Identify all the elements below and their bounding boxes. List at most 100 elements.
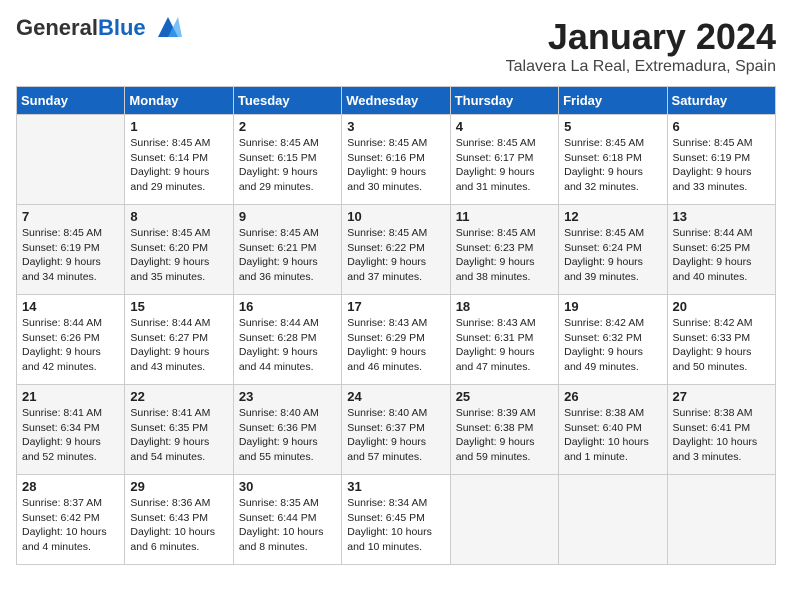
day-number: 18 bbox=[456, 299, 553, 314]
logo-icon bbox=[154, 13, 182, 41]
calendar-cell: 5 Sunrise: 8:45 AMSunset: 6:18 PMDaylight… bbox=[559, 115, 667, 205]
day-info: Sunrise: 8:41 AMSunset: 6:35 PMDaylight:… bbox=[130, 406, 227, 465]
logo-general: General bbox=[16, 15, 98, 40]
calendar-cell: 1Sunrise: 8:45 AMSunset: 6:14 PMDaylight… bbox=[125, 115, 233, 205]
day-number: 22 bbox=[130, 389, 227, 404]
calendar-cell: 14 Sunrise: 8:44 AMSunset: 6:26 PMDayligh… bbox=[17, 295, 125, 385]
calendar-cell: 10Sunrise: 8:45 AMSunset: 6:22 PMDayligh… bbox=[342, 205, 450, 295]
day-number: 26 bbox=[564, 389, 661, 404]
calendar-cell: 12Sunrise: 8:45 AMSunset: 6:24 PMDayligh… bbox=[559, 205, 667, 295]
calendar-cell bbox=[17, 115, 125, 205]
week-row-3: 21 Sunrise: 8:41 AMSunset: 6:34 PMDayligh… bbox=[17, 385, 776, 475]
day-number: 29 bbox=[130, 479, 227, 494]
day-info: Sunrise: 8:45 AMSunset: 6:22 PMDaylight:… bbox=[347, 226, 444, 285]
day-number: 3 bbox=[347, 119, 444, 134]
calendar-cell: 6Sunrise: 8:45 AMSunset: 6:19 PMDaylight… bbox=[667, 115, 775, 205]
day-number: 30 bbox=[239, 479, 336, 494]
day-number: 17 bbox=[347, 299, 444, 314]
day-info: Sunrise: 8:45 AMSunset: 6:19 PMDaylight:… bbox=[673, 136, 770, 195]
calendar-cell: 3Sunrise: 8:45 AMSunset: 6:16 PMDaylight… bbox=[342, 115, 450, 205]
title-block: January 2024 Talavera La Real, Extremadu… bbox=[506, 16, 776, 76]
day-number: 24 bbox=[347, 389, 444, 404]
day-number: 25 bbox=[456, 389, 553, 404]
day-info: Sunrise: 8:42 AMSunset: 6:33 PMDaylight:… bbox=[673, 316, 770, 375]
page-header: GeneralBlue January 2024 Talavera La Rea… bbox=[16, 16, 776, 76]
calendar-cell: 17 Sunrise: 8:43 AMSunset: 6:29 PMDayligh… bbox=[342, 295, 450, 385]
logo-blue-text: Blue bbox=[98, 15, 146, 40]
calendar-cell: 19 Sunrise: 8:42 AMSunset: 6:32 PMDayligh… bbox=[559, 295, 667, 385]
calendar-cell: 16Sunrise: 8:44 AMSunset: 6:28 PMDayligh… bbox=[233, 295, 341, 385]
header-sunday: Sunday bbox=[17, 87, 125, 115]
week-row-0: 1Sunrise: 8:45 AMSunset: 6:14 PMDaylight… bbox=[17, 115, 776, 205]
day-info: Sunrise: 8:38 AMSunset: 6:41 PMDaylight:… bbox=[673, 406, 770, 465]
day-info: Sunrise: 8:45 AMSunset: 6:19 PMDaylight:… bbox=[22, 226, 119, 285]
header-wednesday: Wednesday bbox=[342, 87, 450, 115]
day-info: Sunrise: 8:45 AMSunset: 6:18 PMDaylight:… bbox=[564, 136, 661, 195]
calendar-cell: 9 Sunrise: 8:45 AMSunset: 6:21 PMDaylight… bbox=[233, 205, 341, 295]
day-info: Sunrise: 8:45 AMSunset: 6:14 PMDaylight:… bbox=[130, 136, 227, 195]
day-info: Sunrise: 8:40 AMSunset: 6:36 PMDaylight:… bbox=[239, 406, 336, 465]
week-row-2: 14 Sunrise: 8:44 AMSunset: 6:26 PMDayligh… bbox=[17, 295, 776, 385]
day-number: 27 bbox=[673, 389, 770, 404]
day-info: Sunrise: 8:34 AMSunset: 6:45 PMDaylight:… bbox=[347, 496, 444, 555]
calendar-cell bbox=[559, 475, 667, 565]
calendar-cell: 25Sunrise: 8:39 AMSunset: 6:38 PMDayligh… bbox=[450, 385, 558, 475]
week-row-1: 7Sunrise: 8:45 AMSunset: 6:19 PMDaylight… bbox=[17, 205, 776, 295]
calendar-cell: 30 Sunrise: 8:35 AMSunset: 6:44 PMDayligh… bbox=[233, 475, 341, 565]
day-info: Sunrise: 8:42 AMSunset: 6:32 PMDaylight:… bbox=[564, 316, 661, 375]
header-friday: Friday bbox=[559, 87, 667, 115]
day-number: 21 bbox=[22, 389, 119, 404]
day-info: Sunrise: 8:45 AMSunset: 6:20 PMDaylight:… bbox=[130, 226, 227, 285]
day-number: 2 bbox=[239, 119, 336, 134]
calendar-cell: 22 Sunrise: 8:41 AMSunset: 6:35 PMDayligh… bbox=[125, 385, 233, 475]
day-info: Sunrise: 8:38 AMSunset: 6:40 PMDaylight:… bbox=[564, 406, 661, 465]
calendar-cell: 29 Sunrise: 8:36 AMSunset: 6:43 PMDayligh… bbox=[125, 475, 233, 565]
calendar-cell: 27 Sunrise: 8:38 AMSunset: 6:41 PMDayligh… bbox=[667, 385, 775, 475]
day-info: Sunrise: 8:35 AMSunset: 6:44 PMDaylight:… bbox=[239, 496, 336, 555]
day-number: 5 bbox=[564, 119, 661, 134]
header-monday: Monday bbox=[125, 87, 233, 115]
day-info: Sunrise: 8:45 AMSunset: 6:21 PMDaylight:… bbox=[239, 226, 336, 285]
calendar-body: 1Sunrise: 8:45 AMSunset: 6:14 PMDaylight… bbox=[17, 115, 776, 565]
calendar-cell: 18 Sunrise: 8:43 AMSunset: 6:31 PMDayligh… bbox=[450, 295, 558, 385]
day-info: Sunrise: 8:41 AMSunset: 6:34 PMDaylight:… bbox=[22, 406, 119, 465]
logo: GeneralBlue bbox=[16, 16, 182, 41]
day-info: Sunrise: 8:44 AMSunset: 6:26 PMDaylight:… bbox=[22, 316, 119, 375]
day-info: Sunrise: 8:44 AMSunset: 6:27 PMDaylight:… bbox=[130, 316, 227, 375]
day-info: Sunrise: 8:44 AMSunset: 6:28 PMDaylight:… bbox=[239, 316, 336, 375]
day-info: Sunrise: 8:43 AMSunset: 6:31 PMDaylight:… bbox=[456, 316, 553, 375]
day-number: 28 bbox=[22, 479, 119, 494]
calendar-cell bbox=[450, 475, 558, 565]
day-info: Sunrise: 8:37 AMSunset: 6:42 PMDaylight:… bbox=[22, 496, 119, 555]
calendar-cell: 23Sunrise: 8:40 AMSunset: 6:36 PMDayligh… bbox=[233, 385, 341, 475]
header-row: SundayMondayTuesdayWednesdayThursdayFrid… bbox=[17, 87, 776, 115]
calendar-cell: 15 Sunrise: 8:44 AMSunset: 6:27 PMDayligh… bbox=[125, 295, 233, 385]
day-number: 15 bbox=[130, 299, 227, 314]
calendar-cell: 13Sunrise: 8:44 AMSunset: 6:25 PMDayligh… bbox=[667, 205, 775, 295]
day-number: 14 bbox=[22, 299, 119, 314]
calendar-cell: 21 Sunrise: 8:41 AMSunset: 6:34 PMDayligh… bbox=[17, 385, 125, 475]
day-number: 31 bbox=[347, 479, 444, 494]
week-row-4: 28 Sunrise: 8:37 AMSunset: 6:42 PMDayligh… bbox=[17, 475, 776, 565]
day-info: Sunrise: 8:43 AMSunset: 6:29 PMDaylight:… bbox=[347, 316, 444, 375]
calendar-cell: 8 Sunrise: 8:45 AMSunset: 6:20 PMDaylight… bbox=[125, 205, 233, 295]
day-number: 11 bbox=[456, 209, 553, 224]
day-info: Sunrise: 8:36 AMSunset: 6:43 PMDaylight:… bbox=[130, 496, 227, 555]
day-number: 9 bbox=[239, 209, 336, 224]
day-info: Sunrise: 8:45 AMSunset: 6:15 PMDaylight:… bbox=[239, 136, 336, 195]
day-info: Sunrise: 8:44 AMSunset: 6:25 PMDaylight:… bbox=[673, 226, 770, 285]
calendar-cell: 7Sunrise: 8:45 AMSunset: 6:19 PMDaylight… bbox=[17, 205, 125, 295]
day-info: Sunrise: 8:40 AMSunset: 6:37 PMDaylight:… bbox=[347, 406, 444, 465]
calendar-header: SundayMondayTuesdayWednesdayThursdayFrid… bbox=[17, 87, 776, 115]
header-tuesday: Tuesday bbox=[233, 87, 341, 115]
calendar-cell bbox=[667, 475, 775, 565]
location-title: Talavera La Real, Extremadura, Spain bbox=[506, 58, 776, 76]
calendar-cell: 2 Sunrise: 8:45 AMSunset: 6:15 PMDaylight… bbox=[233, 115, 341, 205]
day-number: 12 bbox=[564, 209, 661, 224]
header-saturday: Saturday bbox=[667, 87, 775, 115]
calendar-cell: 31 Sunrise: 8:34 AMSunset: 6:45 PMDayligh… bbox=[342, 475, 450, 565]
calendar-cell: 11Sunrise: 8:45 AMSunset: 6:23 PMDayligh… bbox=[450, 205, 558, 295]
day-number: 19 bbox=[564, 299, 661, 314]
day-number: 8 bbox=[130, 209, 227, 224]
calendar-cell: 20Sunrise: 8:42 AMSunset: 6:33 PMDayligh… bbox=[667, 295, 775, 385]
